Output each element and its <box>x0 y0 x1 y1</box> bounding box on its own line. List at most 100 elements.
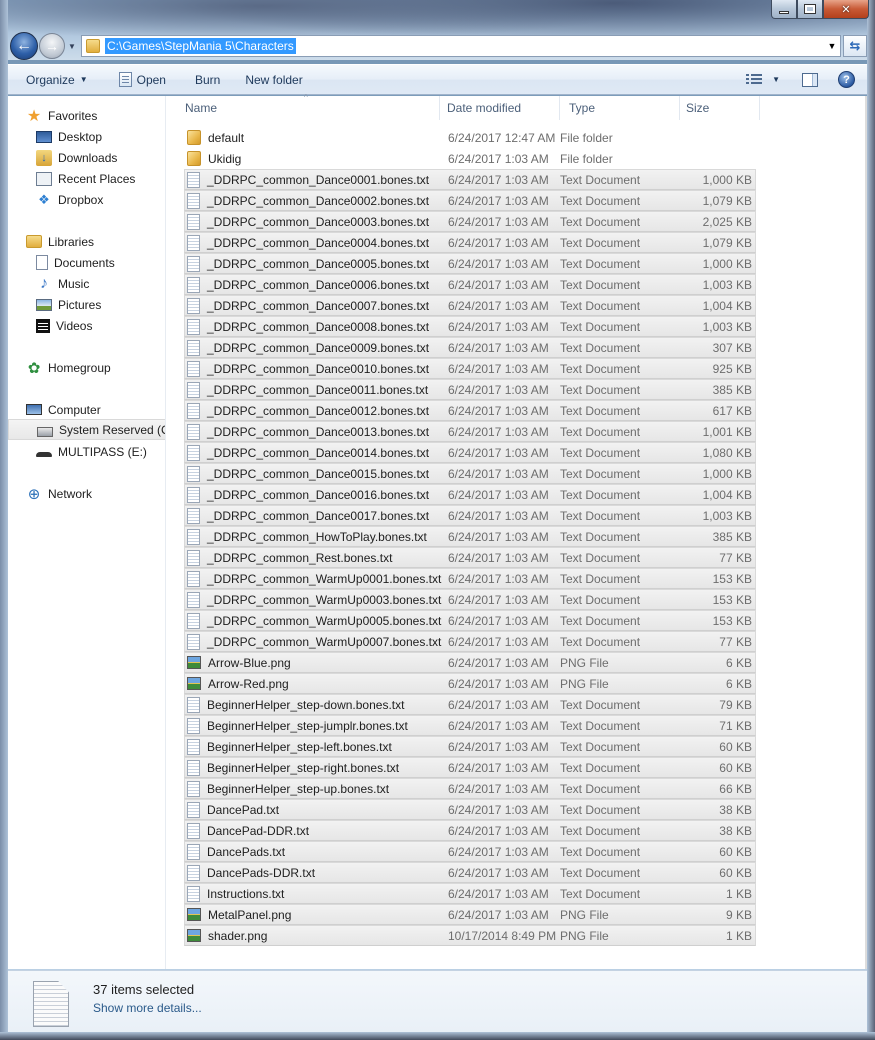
file-name: DancePads-DDR.txt <box>185 864 439 881</box>
sidebar-item-music[interactable]: ♪ Music <box>36 273 89 294</box>
sidebar-item-computer[interactable]: Computer <box>26 399 101 420</box>
file-row[interactable]: _DDRPC_common_Dance0002.bones.txt 6/24/20… <box>184 190 756 211</box>
address-bar[interactable]: C:\Games\StepMania 5\Characters ▼ <box>81 35 841 57</box>
file-row[interactable]: _DDRPC_common_Rest.bones.txt 6/24/2017 1:… <box>184 547 756 568</box>
file-row[interactable]: DancePads.txt 6/24/2017 1:03 AM Text Docum… <box>184 841 756 862</box>
sidebar-item-system-reserved[interactable]: System Reserved (C: <box>8 419 165 440</box>
file-row[interactable]: _DDRPC_common_Dance0004.bones.txt 6/24/20… <box>184 232 756 253</box>
file-size: 6 KB <box>725 655 752 670</box>
text-file-icon <box>187 444 200 461</box>
file-size: 925 KB <box>712 361 752 376</box>
file-row[interactable]: BeginnerHelper_step-down.bones.txt 6/24/2… <box>184 694 756 715</box>
file-row[interactable]: _DDRPC_common_Dance0008.bones.txt 6/24/20… <box>184 316 756 337</box>
sidebar-item-multipass[interactable]: MULTIPASS (E:) <box>36 441 147 462</box>
file-row[interactable]: BeginnerHelper_step-up.bones.txt 6/24/201… <box>184 778 756 799</box>
text-file-icon <box>187 738 200 755</box>
column-header-type[interactable]: Type <box>560 96 680 120</box>
address-path[interactable]: C:\Games\StepMania 5\Characters <box>105 38 296 54</box>
burn-button[interactable]: Burn <box>175 65 229 94</box>
file-row[interactable]: _DDRPC_common_Dance0010.bones.txt 6/24/20… <box>184 358 756 379</box>
column-header-name[interactable]: ^ Name <box>176 93 440 120</box>
file-name-text: Instructions.txt <box>207 886 285 901</box>
file-row[interactable]: _DDRPC_common_Dance0003.bones.txt 6/24/20… <box>184 211 756 232</box>
file-row[interactable]: _DDRPC_common_HowToPlay.bones.txt 6/24/20… <box>184 526 756 547</box>
minimize-button[interactable] <box>771 0 797 19</box>
file-row[interactable]: _DDRPC_common_Dance0017.bones.txt 6/24/20… <box>184 505 756 526</box>
file-row[interactable]: DancePads-DDR.txt 6/24/2017 1:03 AM Text D… <box>184 862 756 883</box>
file-row[interactable]: _DDRPC_common_WarmUp0007.bones.txt 6/24/2… <box>184 631 756 652</box>
view-options-dropdown[interactable]: ▼ <box>772 75 780 84</box>
file-row[interactable]: _DDRPC_common_Dance0013.bones.txt 6/24/20… <box>184 421 756 442</box>
file-row[interactable]: _DDRPC_common_WarmUp0005.bones.txt 6/24/2… <box>184 610 756 631</box>
file-name-text: DancePad.txt <box>207 802 280 817</box>
open-button[interactable]: Open <box>97 65 175 94</box>
file-row[interactable]: DancePad.txt 6/24/2017 1:03 AM Text Docume… <box>184 799 756 820</box>
file-row[interactable]: _DDRPC_common_Dance0014.bones.txt 6/24/20… <box>184 442 756 463</box>
file-row[interactable]: _DDRPC_common_Dance0011.bones.txt 6/24/20… <box>184 379 756 400</box>
file-row[interactable]: Instructions.txt 6/24/2017 1:03 AM Text Do… <box>184 883 756 904</box>
file-size: 6 KB <box>725 676 752 691</box>
sidebar-item-pictures[interactable]: Pictures <box>36 294 101 315</box>
show-more-details-link[interactable]: Show more details... <box>93 1001 202 1015</box>
file-date: 6/24/2017 1:03 AM <box>448 613 549 628</box>
maximize-button[interactable] <box>797 0 823 19</box>
file-row[interactable]: Arrow-Red.png 6/24/2017 1:03 AM PNG File 6 … <box>184 673 756 694</box>
file-row[interactable]: _DDRPC_common_Dance0009.bones.txt 6/24/20… <box>184 337 756 358</box>
file-row[interactable]: _DDRPC_common_Dance0016.bones.txt 6/24/20… <box>184 484 756 505</box>
file-type: Text Document <box>560 340 641 355</box>
sidebar-item-videos[interactable]: Videos <box>36 315 92 336</box>
sidebar-item-documents[interactable]: Documents <box>36 252 115 273</box>
recent-pages-button[interactable]: ▼ <box>65 42 79 51</box>
file-date: 6/24/2017 1:03 AM <box>448 844 549 859</box>
address-dropdown-button[interactable]: ▼ <box>824 41 840 51</box>
file-row[interactable]: Arrow-Blue.png 6/24/2017 1:03 AM PNG File 6… <box>184 652 756 673</box>
sidebar-item-desktop[interactable]: Desktop <box>36 126 102 147</box>
refresh-button[interactable]: ⇆ <box>843 35 867 57</box>
preview-pane-button[interactable] <box>802 72 818 87</box>
sidebar-item-downloads[interactable]: ↓ Downloads <box>36 147 117 168</box>
column-header-size[interactable]: Size <box>680 96 760 120</box>
file-row[interactable]: _DDRPC_common_WarmUp0001.bones.txt 6/24/2… <box>184 568 756 589</box>
file-type: Text Document <box>560 613 641 628</box>
file-name-text: _DDRPC_common_Dance0002.bones.txt <box>207 193 430 208</box>
organize-button[interactable]: Organize ▼ <box>8 65 97 94</box>
file-row[interactable]: _DDRPC_common_Dance0012.bones.txt 6/24/20… <box>184 400 756 421</box>
file-row[interactable]: DancePad-DDR.txt 6/24/2017 1:03 AM Text Do… <box>184 820 756 841</box>
file-row[interactable]: BeginnerHelper_step-jumplr.bones.txt 6/24… <box>184 715 756 736</box>
organize-label: Organize <box>26 72 75 87</box>
file-row[interactable]: _DDRPC_common_Dance0007.bones.txt 6/24/20… <box>184 295 756 316</box>
column-header-date[interactable]: Date modified <box>440 96 560 120</box>
file-size: 77 KB <box>719 634 752 649</box>
change-view-button[interactable] <box>746 73 763 86</box>
file-row[interactable]: _DDRPC_common_Dance0005.bones.txt 6/24/20… <box>184 253 756 274</box>
forward-button[interactable]: → <box>39 33 65 59</box>
back-button[interactable]: ← <box>10 32 38 60</box>
sidebar-item-libraries[interactable]: Libraries <box>26 231 94 252</box>
file-row[interactable]: _DDRPC_common_WarmUp0003.bones.txt 6/24/2… <box>184 589 756 610</box>
sidebar-item-homegroup[interactable]: ✿ Homegroup <box>26 357 111 378</box>
file-name-text: _DDRPC_common_Rest.bones.txt <box>207 550 393 565</box>
file-row[interactable]: Ukidig 6/24/2017 1:03 AM File folder <box>184 148 756 169</box>
text-file-icon <box>187 381 200 398</box>
file-row[interactable]: shader.png 10/17/2014 8:49 PM PNG File 1 KB <box>184 925 756 946</box>
file-row[interactable]: _DDRPC_common_Dance0006.bones.txt 6/24/20… <box>184 274 756 295</box>
sidebar-item-label: Videos <box>56 318 93 333</box>
sidebar-item-label: Libraries <box>48 234 95 249</box>
file-row[interactable]: _DDRPC_common_Dance0015.bones.txt 6/24/20… <box>184 463 756 484</box>
new-folder-button[interactable]: New folder <box>229 65 311 94</box>
downloads-icon: ↓ <box>36 149 52 166</box>
file-row[interactable]: default 6/24/2017 12:47 AM File folder <box>184 127 756 148</box>
sidebar-item-recent-places[interactable]: Recent Places <box>36 168 135 189</box>
image-file-icon <box>187 656 201 669</box>
help-button[interactable]: ? <box>838 71 855 88</box>
close-button[interactable]: ✕ <box>823 0 869 19</box>
file-row[interactable]: BeginnerHelper_step-right.bones.txt 6/24/… <box>184 757 756 778</box>
pictures-icon <box>36 298 52 311</box>
sidebar-item-dropbox[interactable]: ❖ Dropbox <box>36 189 103 210</box>
file-row[interactable]: MetalPanel.png 6/24/2017 1:03 AM PNG File 9… <box>184 904 756 925</box>
file-row[interactable]: _DDRPC_common_Dance0001.bones.txt 6/24/20… <box>184 169 756 190</box>
file-size: 9 KB <box>725 907 752 922</box>
sidebar-item-network[interactable]: ⊕ Network <box>26 483 92 504</box>
sidebar-item-favorites[interactable]: ★ Favorites <box>26 105 98 126</box>
file-row[interactable]: BeginnerHelper_step-left.bones.txt 6/24/2… <box>184 736 756 757</box>
